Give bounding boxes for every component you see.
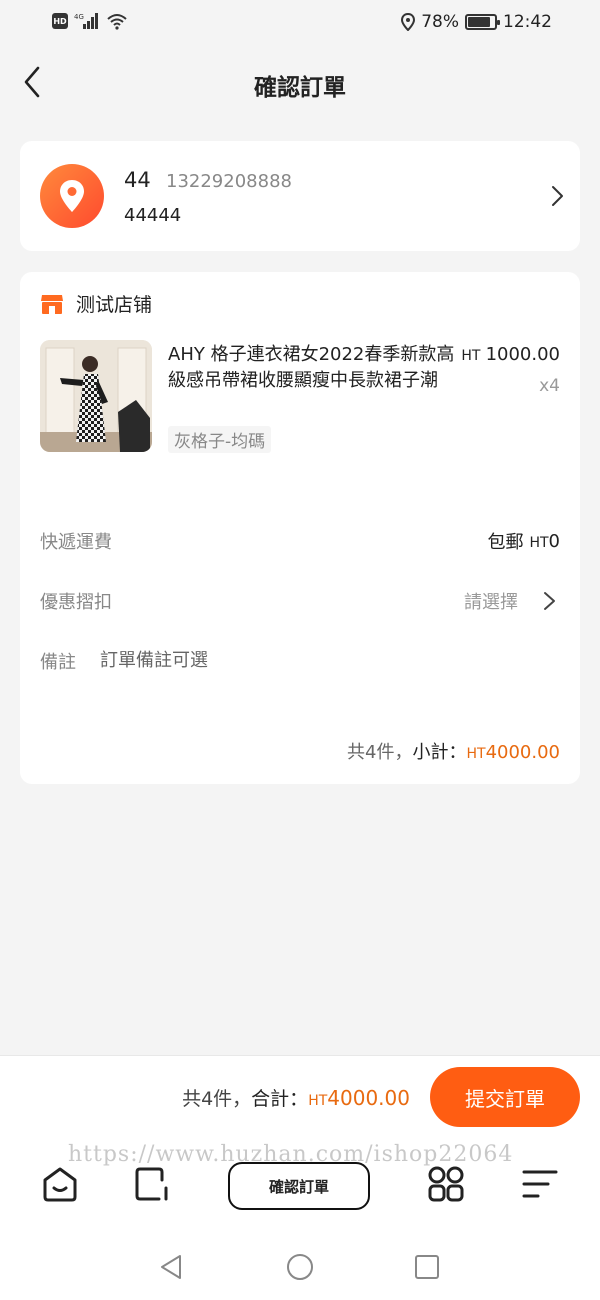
- order-total: 共4件，合計：HT4000.00: [182, 1084, 410, 1111]
- wifi-icon: [107, 14, 127, 30]
- shipping-value: 包郵: [487, 532, 524, 553]
- grid-icon: [428, 1166, 464, 1202]
- signal-icon: 4G: [74, 13, 98, 29]
- square-recents-icon: [415, 1255, 439, 1279]
- total-label: 合計：: [251, 1088, 309, 1110]
- battery-fill: [468, 17, 490, 27]
- shipping-currency: HT: [529, 534, 549, 551]
- address-card[interactable]: 44 13229208888 44444: [20, 141, 580, 251]
- location-pin-icon: [60, 180, 84, 212]
- recipient-name: 44: [124, 168, 151, 192]
- battery-icon: [465, 14, 500, 30]
- submit-order-button[interactable]: 提交訂單: [430, 1067, 580, 1127]
- shop-name: 测试店铺: [76, 294, 153, 316]
- clock: 12:42: [503, 12, 552, 32]
- chevron-right-icon: [552, 186, 563, 206]
- circle-home-icon: [287, 1254, 313, 1280]
- subtotal-count: 共4件，: [347, 742, 413, 763]
- quantity: x4: [539, 376, 560, 396]
- system-nav-bar: [0, 1246, 600, 1290]
- header: 確認訂單: [0, 46, 600, 122]
- nav-current-page[interactable]: 確認訂單: [228, 1162, 370, 1210]
- subtotal-label: 小計：: [412, 742, 467, 763]
- total-currency: HT: [308, 1093, 328, 1109]
- total-count: 共4件，: [182, 1088, 252, 1110]
- note-label: 備註: [40, 652, 76, 673]
- note-row: 備註: [40, 646, 560, 676]
- shop-header[interactable]: 测试店铺: [40, 290, 152, 317]
- triangle-back-icon: [161, 1255, 181, 1279]
- price-currency: HT: [461, 348, 481, 364]
- app-nav-bar: 確認訂單: [0, 1156, 600, 1216]
- subtotal-amount: 4000.00: [485, 742, 560, 763]
- shipping-row: 快遞運費 包郵 HT0: [40, 526, 560, 556]
- address-avatar: [40, 164, 104, 228]
- unit-price: HT 1000.00: [461, 344, 560, 365]
- system-recents-button[interactable]: [412, 1252, 442, 1282]
- shipping-amount: 0: [548, 530, 560, 552]
- order-card: 测试店铺 AHY 格子連衣裙女2022春季新款高級感吊帶裙收腰顯瘦中長款裙子潮 …: [20, 272, 580, 784]
- shipping-label: 快遞運費: [40, 532, 112, 553]
- page-title: 確認訂單: [254, 75, 346, 101]
- status-right: 78% 12:42: [401, 12, 552, 32]
- subtotal-currency: HT: [466, 746, 486, 762]
- dress-photo: [40, 340, 152, 452]
- status-left: HD 4G: [52, 12, 128, 30]
- discount-value: 請選擇: [464, 592, 518, 613]
- network-type: 4G: [74, 13, 84, 21]
- menu-icon: [522, 1170, 558, 1198]
- store-icon: [41, 294, 63, 314]
- discount-select[interactable]: 請選擇: [464, 588, 560, 614]
- product-title[interactable]: AHY 格子連衣裙女2022春季新款高級感吊帶裙收腰顯瘦中長款裙子潮: [168, 342, 458, 394]
- nav-menu[interactable]: [520, 1164, 560, 1204]
- nav-home[interactable]: [40, 1164, 80, 1204]
- status-bar: HD 4G 78% 12:42: [0, 0, 600, 46]
- discount-row[interactable]: 優惠摺扣 請選擇: [40, 586, 560, 616]
- recipient-address: 44444: [124, 205, 182, 226]
- system-home-button[interactable]: [285, 1252, 315, 1282]
- product-spec: 灰格子-均碼: [168, 426, 272, 453]
- shipping-value-group: 包郵 HT0: [487, 528, 560, 554]
- recipient-phone: 13229208888: [166, 171, 292, 192]
- hd-icon: HD: [52, 13, 68, 29]
- product-image[interactable]: [40, 340, 152, 452]
- bottom-bar: 共4件，合計：HT4000.00 提交訂單 https://www.huzhan…: [0, 1055, 600, 1300]
- home-icon: [43, 1167, 77, 1202]
- square-icon: [135, 1167, 168, 1201]
- subtotal: 共4件，小計：HT4000.00: [347, 738, 560, 764]
- price-amount: 1000.00: [485, 344, 560, 365]
- note-input[interactable]: [100, 646, 540, 674]
- location-icon: [401, 13, 416, 31]
- battery-percent: 78%: [421, 12, 459, 32]
- nav-apps[interactable]: [426, 1164, 466, 1204]
- system-back-button[interactable]: [156, 1252, 186, 1282]
- total-amount: 4000.00: [327, 1086, 410, 1110]
- discount-label: 優惠摺扣: [40, 592, 112, 613]
- nav-category[interactable]: [132, 1164, 172, 1204]
- chevron-right-icon: [544, 592, 555, 610]
